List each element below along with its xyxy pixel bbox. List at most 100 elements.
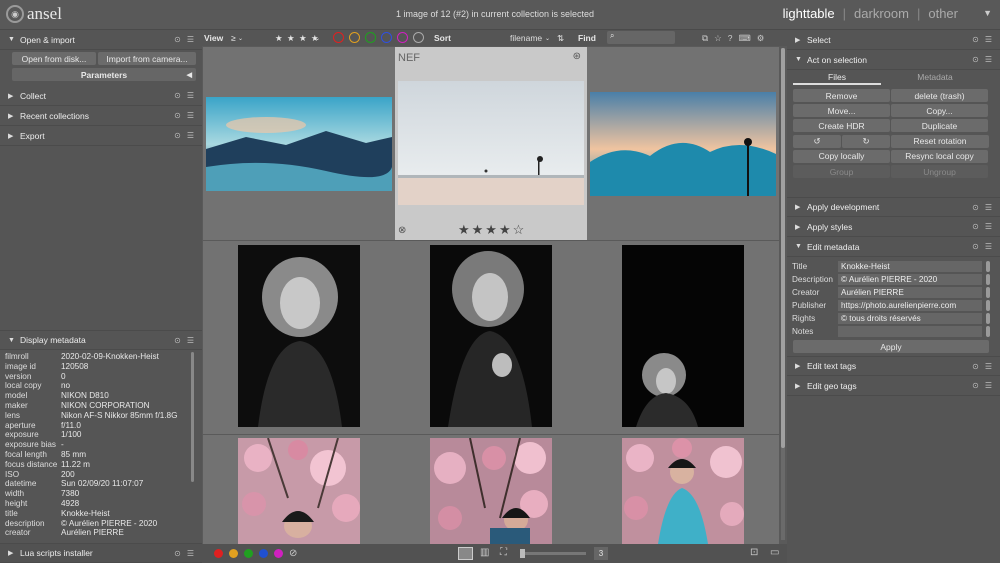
purple-label-icon[interactable]	[274, 549, 283, 558]
zoom-entry[interactable]: 3	[594, 547, 608, 560]
module-select[interactable]: ▶ Select ⊙ ☰	[787, 30, 1000, 50]
view-other[interactable]: other	[928, 6, 958, 21]
reset-icon[interactable]: ⊙	[972, 362, 979, 371]
focus-peaking-icon[interactable]: ⊡	[750, 547, 758, 558]
shortcuts-icon[interactable]: ⌨	[738, 33, 750, 44]
reset-icon[interactable]: ⊙	[972, 203, 979, 212]
presets-icon[interactable]: ☰	[187, 336, 194, 345]
display-icon[interactable]: ▭	[770, 547, 779, 558]
open-from-disk-button[interactable]: Open from disk...	[12, 52, 96, 65]
field-scrollbar[interactable]	[986, 286, 990, 298]
group-button[interactable]: Group	[793, 165, 890, 178]
metadata-field-input[interactable]: Aurélien PIERRE	[838, 286, 982, 298]
module-export[interactable]: ▶ Export ⊙ ☰	[0, 126, 202, 146]
search-input[interactable]: ⌕	[607, 31, 675, 44]
altered-icon[interactable]: ⊛	[573, 51, 581, 62]
tab-metadata[interactable]: Metadata	[891, 71, 979, 85]
zoom-slider-handle[interactable]	[520, 549, 525, 558]
star-icon[interactable]: ☆	[714, 33, 722, 44]
parameters-toggle[interactable]: Parameters ◀	[12, 68, 196, 81]
presets-icon[interactable]: ☰	[187, 131, 194, 140]
metadata-field-input[interactable]	[838, 325, 982, 337]
field-scrollbar[interactable]	[986, 325, 990, 337]
reset-icon[interactable]: ⊙	[972, 381, 979, 390]
field-scrollbar[interactable]	[986, 299, 990, 311]
ungroup-button[interactable]: Ungroup	[891, 165, 988, 178]
module-recent-collections[interactable]: ▶ Recent collections ⊙ ☰	[0, 106, 202, 126]
presets-icon[interactable]: ☰	[187, 91, 194, 100]
rotate-left-button[interactable]: ↺	[793, 134, 841, 148]
move-button[interactable]: Move...	[793, 104, 890, 118]
delete-trash-button[interactable]: delete (trash)	[891, 89, 988, 102]
red-label-icon[interactable]	[333, 32, 344, 43]
module-apply-development[interactable]: ▶ Apply development ⊙ ☰	[787, 197, 1000, 217]
sort-dropdown[interactable]: filename	[510, 33, 542, 43]
metadata-field-input[interactable]: https://photo.aurelienpierre.com	[838, 299, 982, 311]
metadata-field-input[interactable]: © tous droits réservés	[838, 312, 982, 324]
yellow-label-icon[interactable]	[229, 549, 238, 558]
module-edit-geo-tags[interactable]: ▶ Edit geo tags ⊙ ☰	[787, 376, 1000, 396]
presets-icon[interactable]: ☰	[187, 35, 194, 44]
chevron-down-icon[interactable]: ⌄	[238, 35, 243, 42]
presets-icon[interactable]: ☰	[187, 111, 194, 120]
reset-icon[interactable]: ⊙	[972, 242, 979, 251]
presets-icon[interactable]: ☰	[985, 55, 992, 64]
reset-icon[interactable]: ⊙	[972, 35, 979, 44]
sort-order-icon[interactable]: ⇅	[557, 33, 564, 44]
thumbnail-selected[interactable]: NEF ⊛ ⊗ ★★★★☆	[395, 47, 587, 240]
presets-icon[interactable]: ☰	[985, 203, 992, 212]
field-scrollbar[interactable]	[986, 273, 990, 285]
filemanager-layout-icon[interactable]	[458, 547, 473, 560]
reset-rotation-button[interactable]: Reset rotation	[891, 134, 989, 148]
reset-icon[interactable]: ⊙	[174, 35, 181, 44]
metadata-field-input[interactable]: Knokke-Heist	[838, 260, 982, 272]
reject-icon[interactable]: ⊗	[398, 225, 406, 236]
thumbnail[interactable]	[203, 435, 395, 544]
thumbnail[interactable]	[587, 47, 779, 240]
blue-label-icon[interactable]	[381, 32, 392, 43]
thumbnail[interactable]	[203, 47, 395, 240]
duplicate-button[interactable]: Duplicate	[891, 119, 988, 133]
apply-metadata-button[interactable]: Apply	[793, 340, 989, 353]
overlays-icon[interactable]: ⧉	[702, 33, 708, 44]
yellow-label-icon[interactable]	[349, 32, 360, 43]
import-from-camera-button[interactable]: Import from camera...	[98, 52, 196, 65]
view-lighttable[interactable]: lighttable	[783, 6, 835, 21]
presets-icon[interactable]: ☰	[985, 362, 992, 371]
reset-icon[interactable]: ⊙	[972, 222, 979, 231]
field-scrollbar[interactable]	[986, 312, 990, 324]
close-icon[interactable]: ▼	[983, 8, 992, 18]
module-act-on-selection[interactable]: ▼ Act on selection ⊙ ☰	[787, 50, 1000, 70]
center-scrollbar-thumb[interactable]	[781, 48, 785, 448]
reset-icon[interactable]: ⊙	[174, 131, 181, 140]
module-display-metadata[interactable]: ▼ Display metadata ⊙ ☰	[0, 330, 202, 350]
presets-icon[interactable]: ☰	[187, 549, 194, 558]
resync-local-copy-button[interactable]: Resync local copy	[891, 149, 988, 163]
thumbnail[interactable]	[395, 435, 587, 544]
reset-icon[interactable]: ⊙	[174, 111, 181, 120]
thumbnail[interactable]	[587, 241, 779, 434]
module-edit-text-tags[interactable]: ▶ Edit text tags ⊙ ☰	[787, 356, 1000, 376]
reset-icon[interactable]: ⊙	[174, 336, 181, 345]
clear-labels-icon[interactable]: ⊘	[289, 549, 297, 559]
chevron-down-icon[interactable]: ⌄	[315, 35, 320, 42]
purple-label-icon[interactable]	[397, 32, 408, 43]
module-lua-scripts-installer[interactable]: ▶ Lua scripts installer ⊙ ☰	[0, 543, 202, 563]
module-open-import[interactable]: ▼ Open & import ⊙ ☰	[0, 30, 202, 50]
thumbnail[interactable]	[587, 435, 779, 544]
no-label-icon[interactable]	[413, 32, 424, 43]
gear-icon[interactable]: ⚙	[757, 33, 765, 44]
presets-icon[interactable]: ☰	[985, 35, 992, 44]
tab-files[interactable]: Files	[793, 71, 881, 85]
rating-filter[interactable]: ★ ★ ★ ★	[275, 33, 320, 44]
reset-icon[interactable]: ⊙	[174, 91, 181, 100]
green-label-icon[interactable]	[244, 549, 253, 558]
culling-layout-icon[interactable]: ▥	[480, 547, 489, 558]
module-collect[interactable]: ▶ Collect ⊙ ☰	[0, 86, 202, 106]
metadata-scrollbar[interactable]	[191, 352, 194, 482]
presets-icon[interactable]: ☰	[985, 222, 992, 231]
remove-button[interactable]: Remove	[793, 89, 890, 102]
reset-icon[interactable]: ⊙	[972, 55, 979, 64]
metadata-field-input[interactable]: © Aurélien PIERRE - 2020	[838, 273, 982, 285]
field-scrollbar[interactable]	[986, 260, 990, 272]
